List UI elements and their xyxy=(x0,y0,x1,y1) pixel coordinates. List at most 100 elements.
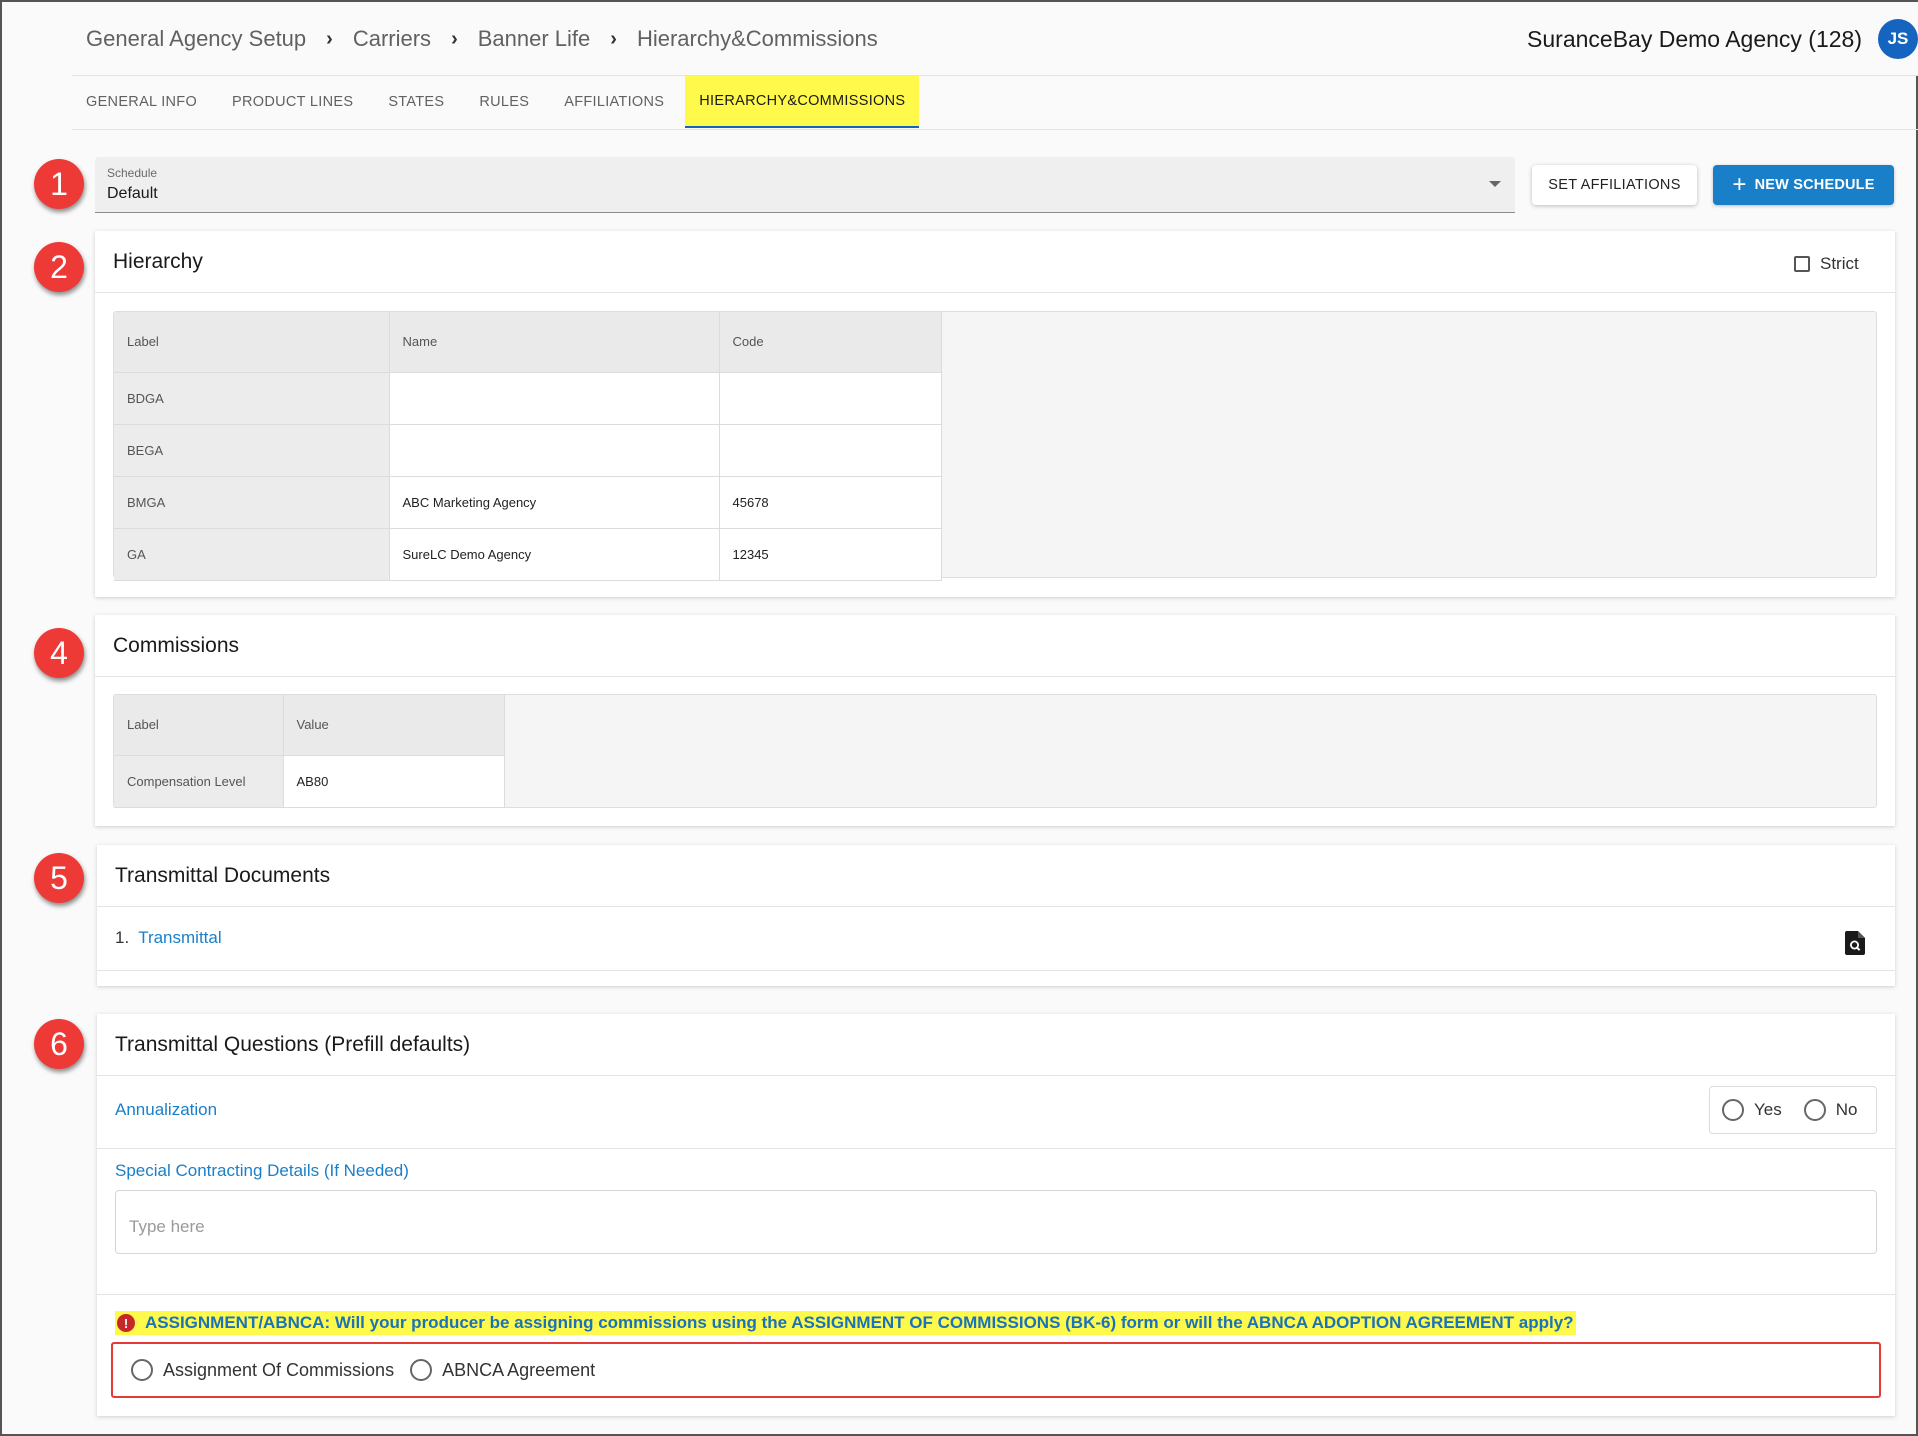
row-code[interactable]: 45678 xyxy=(719,476,942,529)
row-label: BDGA xyxy=(114,372,390,425)
row-label: BEGA xyxy=(114,424,390,477)
assignment-of-commissions-option[interactable]: Assignment Of Commissions xyxy=(131,1359,394,1381)
table-row: GA SureLC Demo Agency 12345 xyxy=(114,528,942,581)
column-header-name: Name xyxy=(389,312,720,373)
column-header-code: Code xyxy=(719,312,942,373)
divider xyxy=(97,906,1895,907)
row-name[interactable] xyxy=(389,372,720,425)
new-schedule-button[interactable]: + NEW SCHEDULE xyxy=(1713,165,1894,205)
divider xyxy=(95,292,1895,293)
transmittal-documents-card: Transmittal Documents 1. Transmittal xyxy=(97,845,1895,986)
row-label: BMGA xyxy=(114,476,390,529)
new-schedule-label: NEW SCHEDULE xyxy=(1754,177,1875,193)
hierarchy-card: Hierarchy Label Name Code BDGA BEGA BMGA… xyxy=(95,231,1895,597)
annualization-label: Annualization xyxy=(115,1100,218,1119)
callout-badge-5: 5 xyxy=(34,853,84,903)
commissions-grid: Label Value Compensation Level AB80 xyxy=(113,694,1877,808)
column-header-label: Label xyxy=(114,695,284,756)
tab-general-info[interactable]: GENERAL INFO xyxy=(72,76,211,128)
breadcrumb-banner-life[interactable]: Banner Life xyxy=(478,26,591,52)
assignment-question: ! ASSIGNMENT/ABNCA: Will your producer b… xyxy=(115,1311,1576,1335)
special-contracting-input[interactable]: Type here xyxy=(115,1190,1877,1254)
transmittal-link[interactable]: Transmittal xyxy=(138,928,221,948)
commissions-table: Label Value Compensation Level AB80 xyxy=(114,695,505,808)
divider xyxy=(97,970,1895,971)
divider xyxy=(95,676,1895,677)
radio-button[interactable] xyxy=(1803,1099,1826,1121)
no-label: No xyxy=(1835,1100,1858,1119)
breadcrumb-carriers[interactable]: Carriers xyxy=(353,26,431,52)
divider xyxy=(97,1294,1895,1295)
row-label: Compensation Level xyxy=(114,755,284,808)
avatar[interactable]: JS xyxy=(1878,19,1918,59)
tab-bar: GENERAL INFO PRODUCT LINES STATES RULES … xyxy=(72,76,1918,130)
commissions-title: Commissions xyxy=(113,634,240,657)
commissions-card: Commissions Label Value Compensation Lev… xyxy=(95,615,1895,826)
top-header: General Agency Setup › Carriers › Banner… xyxy=(72,2,1918,76)
divider xyxy=(97,1148,1895,1149)
annualization-no-option[interactable]: No xyxy=(1803,1099,1858,1121)
annualization-yes-option[interactable]: Yes xyxy=(1722,1099,1782,1121)
tab-rules[interactable]: RULES xyxy=(465,76,543,128)
special-contracting-label: Special Contracting Details (If Needed) xyxy=(115,1161,409,1180)
table-row: BEGA xyxy=(114,424,942,477)
yes-label: Yes xyxy=(1754,1100,1782,1119)
column-header-value: Value xyxy=(283,695,505,756)
column-header-label: Label xyxy=(114,312,390,373)
alert-icon: ! xyxy=(117,1314,135,1332)
table-row: BMGA ABC Marketing Agency 45678 xyxy=(114,476,942,529)
plus-icon: + xyxy=(1732,171,1747,198)
transmittal-documents-title: Transmittal Documents xyxy=(115,864,331,887)
callout-badge-2: 2 xyxy=(34,242,84,292)
annualization-radio-group: Yes No xyxy=(1709,1086,1877,1134)
transmittal-questions-card: Transmittal Questions (Prefill defaults)… xyxy=(97,1014,1895,1416)
list-item: 1. Transmittal xyxy=(115,928,222,948)
hierarchy-title: Hierarchy xyxy=(113,250,203,273)
assignment-of-commissions-label: Assignment Of Commissions xyxy=(163,1359,395,1380)
breadcrumb-general-agency-setup[interactable]: General Agency Setup xyxy=(86,26,306,52)
tab-product-lines[interactable]: PRODUCT LINES xyxy=(218,76,367,128)
tab-states[interactable]: STATES xyxy=(374,76,458,128)
dropdown-caret-icon xyxy=(1489,181,1501,187)
set-affiliations-button[interactable]: SET AFFILIATIONS xyxy=(1532,165,1697,205)
schedule-label: Schedule xyxy=(107,166,158,180)
breadcrumb: General Agency Setup › Carriers › Banner… xyxy=(86,26,878,52)
schedule-value: Default xyxy=(107,185,158,202)
agency-name: SuranceBay Demo Agency (128) xyxy=(1527,26,1862,52)
divider xyxy=(97,1075,1895,1076)
callout-badge-1: 1 xyxy=(34,159,84,209)
chevron-right-icon: › xyxy=(610,27,617,50)
table-row: BDGA xyxy=(114,372,942,425)
abnca-agreement-option[interactable]: ABNCA Agreement xyxy=(410,1359,595,1381)
strict-checkbox[interactable]: Strict xyxy=(1794,254,1859,274)
row-name[interactable]: ABC Marketing Agency xyxy=(389,476,720,529)
row-name[interactable]: SureLC Demo Agency xyxy=(389,528,720,581)
chevron-right-icon: › xyxy=(326,27,333,50)
row-value[interactable]: AB80 xyxy=(283,755,505,808)
row-label: GA xyxy=(114,528,390,581)
strict-label: Strict xyxy=(1820,254,1859,273)
schedule-select[interactable]: Schedule Default xyxy=(95,157,1515,213)
checkbox-icon[interactable] xyxy=(1794,256,1810,272)
callout-badge-4: 4 xyxy=(34,628,84,678)
transmittal-questions-title: Transmittal Questions (Prefill defaults) xyxy=(115,1033,471,1056)
callout-badge-6: 6 xyxy=(34,1019,84,1069)
assignment-radio-group: Assignment Of Commissions ABNCA Agreemen… xyxy=(111,1342,1881,1398)
radio-button[interactable] xyxy=(1722,1099,1744,1121)
row-name[interactable] xyxy=(389,424,720,477)
row-code[interactable]: 12345 xyxy=(719,528,942,581)
row-code[interactable] xyxy=(719,372,942,425)
row-code[interactable] xyxy=(719,424,942,477)
radio-button[interactable] xyxy=(131,1359,153,1381)
chevron-right-icon: › xyxy=(451,27,458,50)
abnca-agreement-label: ABNCA Agreement xyxy=(442,1359,596,1380)
breadcrumb-current: Hierarchy&Commissions xyxy=(636,26,878,51)
file-search-icon[interactable] xyxy=(1845,931,1865,960)
tab-hierarchy-commissions[interactable]: HIERARCHY&COMMISSIONS xyxy=(685,76,920,128)
tab-affiliations[interactable]: AFFILIATIONS xyxy=(550,76,678,128)
app-window: General Agency Setup › Carriers › Banner… xyxy=(0,0,1918,1436)
hierarchy-grid: Label Name Code BDGA BEGA BMGA ABC Marke… xyxy=(113,311,1877,581)
hierarchy-table: Label Name Code BDGA BEGA BMGA ABC Marke… xyxy=(114,312,942,581)
assignment-question-text: ASSIGNMENT/ABNCA: Will your producer be … xyxy=(145,1313,1574,1332)
radio-button[interactable] xyxy=(410,1359,433,1381)
